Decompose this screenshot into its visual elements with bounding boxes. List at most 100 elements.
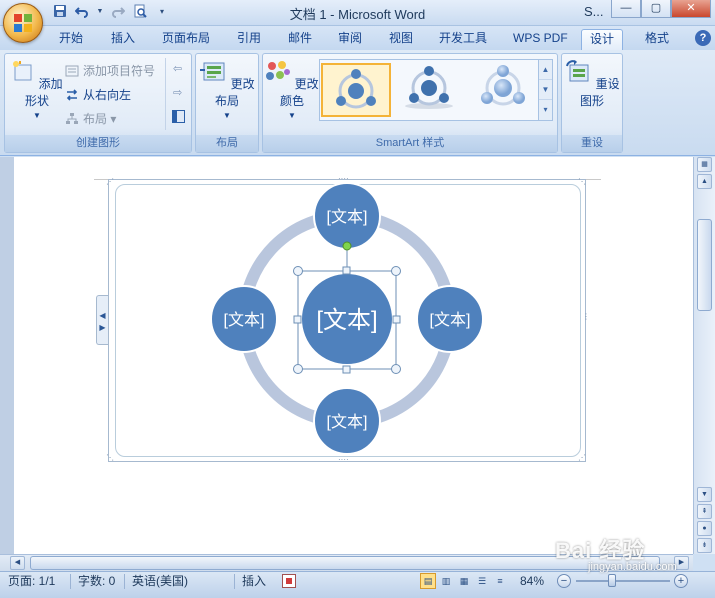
group-layouts: 更改布局 ▼ 布局: [195, 53, 259, 153]
previous-page-icon[interactable]: ⇞: [697, 504, 712, 519]
node-top-text[interactable]: [文本]: [327, 208, 368, 226]
macro-record-icon[interactable]: [282, 574, 296, 588]
status-separator: [70, 574, 71, 589]
node-top[interactable]: [文本]: [313, 182, 381, 250]
title-bar: ▼ ▾ 文档 1 - Microsoft Word S... — ▢ ✕: [0, 0, 715, 26]
promote-icon[interactable]: ⇦: [173, 62, 182, 75]
outline-view-icon[interactable]: ☰: [474, 573, 490, 589]
tab-format[interactable]: 格式: [637, 29, 677, 50]
node-right-text[interactable]: [文本]: [430, 311, 471, 329]
minimize-button[interactable]: —: [611, 0, 641, 18]
zoom-in-icon[interactable]: +: [674, 574, 688, 588]
style-thumb-1[interactable]: [321, 63, 391, 117]
reset-graphic-button[interactable]: 重设图形: [564, 60, 620, 109]
web-layout-icon[interactable]: ▦: [456, 573, 472, 589]
office-button[interactable]: [3, 3, 43, 43]
add-bullet-button[interactable]: 添加项目符号: [65, 62, 155, 80]
bullet-list-icon: [65, 65, 79, 77]
zoom-out-icon[interactable]: −: [557, 574, 571, 588]
ribbon-tabs: 开始 插入 页面布局 引用 邮件 审阅 视图 开发工具 WPS PDF 设计 格…: [0, 26, 715, 50]
gallery-more-icon[interactable]: ▾: [539, 100, 552, 120]
resize-handle-ne[interactable]: [391, 266, 401, 276]
change-layout-button[interactable]: 更改布局 ▼: [198, 60, 256, 120]
word-count[interactable]: 字数: 0: [78, 572, 115, 590]
chevron-down-icon: ▼: [33, 111, 41, 120]
tab-wps-pdf[interactable]: WPS PDF: [505, 29, 576, 50]
right-to-left-button[interactable]: 从右向左: [65, 86, 131, 104]
zoom-slider[interactable]: [576, 580, 670, 582]
node-bottom[interactable]: [文本]: [313, 387, 381, 455]
view-buttons: ▤ ▥ ▦ ☰ ≡: [420, 573, 508, 589]
smartart-style-gallery: ▲ ▼ ▾: [319, 59, 553, 121]
page-indicator[interactable]: 页面: 1/1: [8, 572, 55, 590]
tab-design[interactable]: 设计: [581, 29, 624, 50]
zoom-level[interactable]: 84%: [520, 572, 544, 590]
resize-handle-sw[interactable]: [293, 364, 303, 374]
org-chart-icon: [66, 113, 78, 124]
watermark-url: jingyan.baidu.com: [588, 561, 677, 573]
change-colors-button[interactable]: 更改颜色 ▼: [265, 60, 319, 120]
layout-label: 布局: [83, 112, 108, 126]
node-center-text[interactable]: [文本]: [316, 307, 377, 334]
tab-mailings[interactable]: 邮件: [280, 29, 320, 50]
tab-references[interactable]: 引用: [229, 29, 269, 50]
group-label: 重设: [562, 135, 622, 152]
node-left[interactable]: [文本]: [210, 285, 278, 353]
add-bullet-label: 添加项目符号: [83, 64, 156, 78]
zoom-slider-thumb[interactable]: [608, 574, 616, 587]
ruler-toggle-icon[interactable]: ▦: [697, 157, 712, 172]
insert-mode[interactable]: 插入: [242, 572, 266, 590]
resize-handle-e[interactable]: [392, 315, 401, 324]
scroll-down-icon[interactable]: ▼: [697, 487, 712, 502]
change-layout-icon: [200, 62, 225, 81]
node-center[interactable]: [文本]: [300, 272, 394, 366]
next-page-icon[interactable]: ⇟: [697, 538, 712, 553]
window-controls: — ▢ ✕: [611, 0, 711, 18]
group-label: 创建图形: [5, 135, 191, 152]
tab-developer[interactable]: 开发工具: [431, 29, 495, 50]
style-thumb-2[interactable]: [396, 63, 466, 117]
gallery-scroll: ▲ ▼ ▾: [538, 60, 552, 120]
status-separator: [234, 574, 235, 589]
resize-handle-se[interactable]: [391, 364, 401, 374]
tab-review[interactable]: 审阅: [330, 29, 370, 50]
reset-graphic-icon: [566, 60, 589, 82]
resize-handle-nw[interactable]: [293, 266, 303, 276]
layout-dropdown[interactable]: 布局 ▾: [65, 110, 116, 128]
close-button[interactable]: ✕: [671, 0, 711, 18]
separator: [165, 58, 166, 130]
browse-object-icon[interactable]: ●: [697, 521, 712, 536]
status-separator: [124, 574, 125, 589]
resize-handle-s[interactable]: [342, 365, 351, 374]
vertical-scrollbar[interactable]: ▦ ▲ ▼ ⇞ ● ⇟: [693, 157, 715, 554]
scroll-left-icon[interactable]: ◀: [10, 556, 25, 570]
help-icon[interactable]: ?: [695, 30, 711, 46]
window-title-fragment: S...: [584, 4, 604, 19]
node-right[interactable]: [文本]: [416, 285, 484, 353]
rotate-handle[interactable]: [342, 241, 352, 251]
node-bottom-text[interactable]: [文本]: [327, 413, 368, 431]
resize-handle-n[interactable]: [342, 266, 351, 275]
style-thumb-3[interactable]: [470, 63, 540, 117]
draft-view-icon[interactable]: ≡: [492, 573, 508, 589]
ribbon: 添加形状 ▼ 添加项目符号 从右向左 布局 ▾ ⇦ ⇨ 创建图形 更改布局 ▼ …: [0, 50, 715, 156]
tab-insert[interactable]: 插入: [103, 29, 143, 50]
add-shape-button[interactable]: 添加形状 ▼: [9, 60, 65, 120]
style-preview-shadow-icon: [405, 66, 453, 109]
maximize-button[interactable]: ▢: [641, 0, 671, 18]
tab-page-layout[interactable]: 页面布局: [154, 29, 218, 50]
swap-arrows-icon: [66, 89, 78, 101]
scroll-up-icon[interactable]: ▲: [697, 174, 712, 189]
tab-home[interactable]: 开始: [51, 29, 91, 50]
text-pane-icon[interactable]: [172, 110, 185, 123]
language-indicator[interactable]: 英语(美国): [132, 572, 188, 590]
tab-view[interactable]: 视图: [381, 29, 421, 50]
demote-icon[interactable]: ⇨: [173, 86, 182, 99]
print-layout-icon[interactable]: ▤: [420, 573, 436, 589]
gallery-up-icon[interactable]: ▲: [539, 60, 552, 80]
gallery-down-icon[interactable]: ▼: [539, 80, 552, 100]
resize-handle-w[interactable]: [293, 315, 302, 324]
full-screen-reading-icon[interactable]: ▥: [438, 573, 454, 589]
vertical-scroll-thumb[interactable]: [697, 219, 712, 311]
node-left-text[interactable]: [文本]: [224, 311, 265, 329]
